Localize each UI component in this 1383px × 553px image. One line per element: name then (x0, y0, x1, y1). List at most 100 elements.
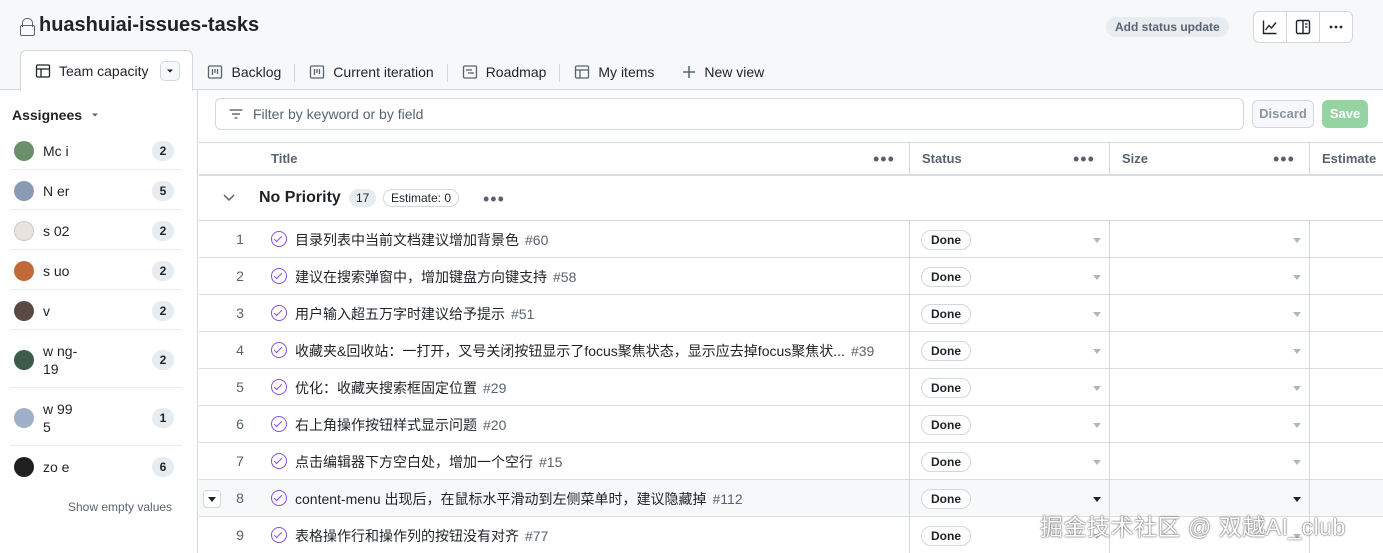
assignee-item[interactable]: w ng- 19 2 (10, 332, 182, 388)
assignee-item[interactable]: N er 5 (10, 172, 182, 210)
more-icon[interactable] (1320, 12, 1352, 42)
assignee-item[interactable]: w 99 5 1 (10, 390, 182, 446)
tab-my-items[interactable]: My items (560, 54, 668, 90)
row-title[interactable]: 右上角操作按钮样式显示问题 #20 (295, 415, 506, 435)
chevron-down-icon[interactable] (1093, 386, 1101, 391)
chevron-down-icon[interactable] (1293, 275, 1301, 280)
row-title[interactable]: 目录列表中当前文档建议增加背景色 #60 (295, 230, 548, 250)
board-icon (310, 65, 325, 79)
status-badge[interactable]: Done (921, 267, 971, 287)
table-row[interactable]: 6 右上角操作按钮样式显示问题 #20 Done (199, 406, 1383, 443)
tab-current-iteration[interactable]: Current iteration (295, 54, 448, 90)
column-header-size[interactable]: Size (1122, 143, 1148, 175)
issue-closed-icon (271, 490, 287, 506)
board-icon (208, 65, 223, 79)
column-menu-icon[interactable]: ••• (1073, 150, 1095, 168)
tab-backlog[interactable]: Backlog (193, 54, 296, 90)
show-empty-values-link[interactable]: Show empty values (68, 500, 172, 514)
table-row[interactable]: 4 收藏夹&回收站：一打开，叉号关闭按钮显示了focus聚焦状态，显示应去掉fo… (199, 332, 1383, 369)
chevron-down-icon[interactable] (1293, 349, 1301, 354)
row-title[interactable]: 用户输入超五万字时建议给予提示 #51 (295, 304, 534, 324)
status-badge[interactable]: Done (921, 341, 971, 361)
chevron-down-icon[interactable] (1093, 275, 1101, 280)
tab-menu-button[interactable] (160, 61, 181, 81)
column-header-title[interactable]: Title (271, 143, 298, 175)
add-status-update-button[interactable]: Add status update (1106, 17, 1229, 37)
chevron-down-icon[interactable] (1093, 497, 1101, 502)
status-badge[interactable]: Done (921, 304, 971, 324)
table-row[interactable]: 2 建议在搜索弹窗中，增加键盘方向键支持 #58 Done (199, 258, 1383, 295)
count-badge: 2 (152, 300, 174, 321)
row-expand-button[interactable] (203, 490, 221, 508)
count-badge: 2 (152, 349, 174, 370)
view-tabs: Team capacity Backlog Current iteration … (20, 50, 778, 91)
avatar (14, 457, 34, 477)
assignees-heading[interactable]: Assignees (12, 107, 100, 123)
side-panel-icon[interactable] (1287, 12, 1320, 42)
chevron-down-icon[interactable] (1293, 497, 1301, 502)
group-menu-icon[interactable]: ••• (483, 190, 505, 208)
tab-label: Roadmap (485, 64, 547, 80)
row-title[interactable]: 点击编辑器下方空白处，增加一个空行 #15 (295, 452, 562, 472)
avatar (14, 349, 34, 370)
tab-label: My items (598, 64, 655, 80)
column-menu-icon[interactable]: ••• (873, 150, 895, 168)
project-name: huashuiai-issues-tasks (39, 14, 260, 36)
status-badge[interactable]: Done (921, 230, 971, 250)
row-title[interactable]: 收藏夹&回收站：一打开，叉号关闭按钮显示了focus聚焦状态，显示应去掉focu… (295, 341, 874, 361)
chevron-down-icon[interactable] (1293, 312, 1301, 317)
save-button[interactable]: Save (1322, 100, 1368, 128)
chevron-down-icon[interactable] (1093, 238, 1101, 243)
chevron-down-icon[interactable] (1293, 238, 1301, 243)
filter-input[interactable]: Filter by keyword or by field (215, 98, 1244, 130)
status-badge[interactable]: Done (921, 489, 971, 509)
table-header: Title ••• Status ••• Size ••• Estimate (199, 142, 1383, 176)
chevron-down-icon[interactable] (1093, 312, 1101, 317)
table-row[interactable]: 7 点击编辑器下方空白处，增加一个空行 #15 Done (199, 443, 1383, 480)
table-row[interactable]: 1 目录列表中当前文档建议增加背景色 #60 Done (199, 221, 1383, 258)
chevron-down-icon[interactable] (222, 193, 236, 203)
chevron-down-icon[interactable] (1093, 460, 1101, 465)
assignee-item[interactable]: zo e 6 (10, 448, 182, 486)
count-badge: 5 (152, 180, 174, 201)
row-title[interactable]: 优化：收藏夹搜索框固定位置 #29 (295, 378, 506, 398)
assignee-item[interactable]: s 02 2 (10, 212, 182, 250)
tab-label: New view (704, 64, 765, 80)
group-estimate-badge: Estimate: 0 (383, 189, 460, 207)
filter-icon (229, 109, 243, 119)
row-title[interactable]: content-menu 出现后，在鼠标水平滑动到左侧菜单时，建议隐藏掉 #112 (295, 489, 743, 509)
status-badge[interactable]: Done (921, 526, 971, 546)
status-badge[interactable]: Done (921, 378, 971, 398)
chevron-down-icon[interactable] (1093, 349, 1101, 354)
group-title: No Priority (259, 189, 341, 206)
tab-roadmap[interactable]: Roadmap (448, 54, 561, 90)
row-title[interactable]: 表格操作行和操作列的按钮没有对齐 #77 (295, 526, 548, 546)
assignee-item[interactable]: v 2 (10, 292, 182, 330)
table-row[interactable]: 3 用户输入超五万字时建议给予提示 #51 Done (199, 295, 1383, 332)
issue-closed-icon (271, 342, 287, 358)
insights-icon[interactable] (1254, 12, 1287, 42)
tab-new-view[interactable]: New view (668, 54, 778, 90)
chevron-down-icon[interactable] (1293, 386, 1301, 391)
count-badge: 6 (152, 457, 174, 477)
issue-closed-icon (271, 416, 287, 432)
column-header-status[interactable]: Status (922, 143, 962, 175)
assignee-item[interactable]: s uo 2 (10, 252, 182, 290)
count-badge: 1 (152, 407, 174, 428)
chevron-down-icon[interactable] (1293, 423, 1301, 428)
discard-button[interactable]: Discard (1252, 100, 1314, 128)
status-badge[interactable]: Done (921, 452, 971, 472)
roadmap-icon (462, 65, 477, 79)
chevron-down-icon[interactable] (1093, 423, 1101, 428)
row-title[interactable]: 建议在搜索弹窗中，增加键盘方向键支持 #58 (295, 267, 576, 287)
chevron-down-icon[interactable] (1293, 460, 1301, 465)
status-badge[interactable]: Done (921, 415, 971, 435)
column-header-estimate[interactable]: Estimate (1322, 143, 1376, 175)
tab-team-capacity[interactable]: Team capacity (20, 50, 194, 91)
table-row[interactable]: 5 优化：收藏夹搜索框固定位置 #29 Done (199, 369, 1383, 406)
filter-placeholder: Filter by keyword or by field (253, 106, 424, 122)
assignee-item[interactable]: Mc i 2 (10, 132, 182, 170)
watermark: 掘金技术社区 @ 双越AI_club (1040, 514, 1346, 540)
project-title: huashuiai-issues-tasks (20, 14, 259, 37)
column-menu-icon[interactable]: ••• (1273, 150, 1295, 168)
